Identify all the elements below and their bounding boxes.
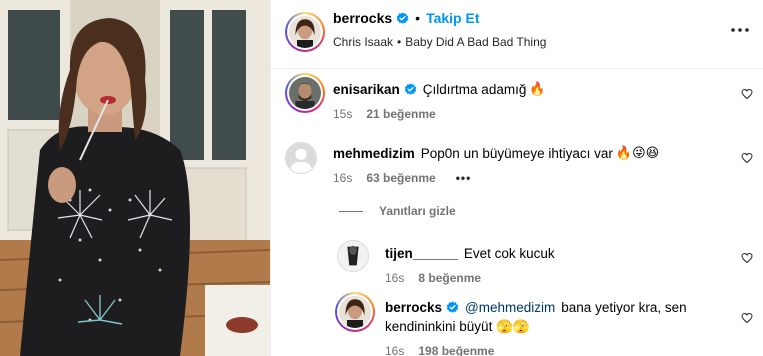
reply-mention[interactable]: @mehmedizim bbox=[465, 300, 555, 315]
replier-avatar[interactable] bbox=[337, 240, 369, 272]
reply-content-continued: kendininkini büyüt 🫣🫣 bbox=[385, 319, 530, 335]
music-separator: • bbox=[397, 35, 402, 49]
header-separator: • bbox=[415, 10, 421, 26]
comment-item: mehmedizim Pop0n un büyümeye ihtiyacı va… bbox=[271, 140, 763, 200]
comment-text: Pop0n un büyümeye ihtiyacı var bbox=[420, 146, 613, 161]
heart-icon[interactable] bbox=[741, 312, 753, 324]
header-title-row: berrocks • Takip Et bbox=[333, 10, 479, 26]
comment-meta: 16s 63 beğenme ••• bbox=[333, 171, 471, 185]
reply-username[interactable]: berrocks bbox=[385, 300, 442, 315]
reply-username[interactable]: tijen______ bbox=[385, 246, 458, 261]
reply-text-line1: bana yetiyor kra, sen bbox=[561, 300, 687, 315]
comment-username[interactable]: enisarikan bbox=[333, 82, 400, 97]
comment-item: enisarikan Çıldırtma adamığ 🔥 15s 21 beğ… bbox=[271, 70, 763, 130]
commenter-avatar[interactable] bbox=[285, 142, 317, 174]
music-song[interactable]: Baby Did A Bad Bad Thing bbox=[405, 35, 546, 49]
post-header: berrocks • Takip Et Chris Isaak • Baby Did… bbox=[271, 0, 763, 69]
reply-content: tijen______ Evet cok kucuk bbox=[385, 246, 555, 261]
reply-text: Evet cok kucuk bbox=[463, 246, 555, 261]
reply-time[interactable]: 16s bbox=[385, 271, 404, 285]
reply-likes[interactable]: 8 beğenme bbox=[418, 271, 481, 285]
comment-likes[interactable]: 63 beğenme bbox=[366, 171, 435, 185]
heart-icon[interactable] bbox=[741, 252, 753, 264]
music-artist[interactable]: Chris Isaak bbox=[333, 35, 393, 49]
comment-content: enisarikan Çıldırtma adamığ 🔥 bbox=[333, 82, 546, 97]
comment-time[interactable]: 15s bbox=[333, 107, 352, 121]
reply-meta: 16s 8 beğenme bbox=[385, 271, 481, 285]
comment-more-options[interactable]: ••• bbox=[456, 171, 472, 185]
verified-badge-icon bbox=[396, 11, 409, 25]
reply-time[interactable]: 16s bbox=[385, 344, 404, 356]
music-info[interactable]: Chris Isaak • Baby Did A Bad Bad Thing bbox=[333, 35, 546, 49]
comment-username[interactable]: mehmedizim bbox=[333, 146, 415, 161]
comment-emojis: 🔥😜😆 bbox=[615, 146, 660, 161]
reply-meta: 16s 198 beğenme bbox=[385, 344, 494, 356]
follow-button[interactable]: Takip Et bbox=[426, 10, 479, 26]
hide-replies-label[interactable]: Yanıtları gizle bbox=[379, 204, 456, 218]
replier-avatar[interactable] bbox=[335, 292, 375, 332]
hide-replies-button[interactable]: Yanıtları gizle bbox=[339, 204, 456, 218]
comment-likes[interactable]: 21 beğenme bbox=[366, 107, 435, 121]
reply-likes[interactable]: 198 beğenme bbox=[418, 344, 494, 356]
more-options-icon[interactable] bbox=[728, 18, 752, 42]
comment-meta: 15s 21 beğenme bbox=[333, 107, 436, 121]
reply-item: tijen______ Evet cok kucuk 16s 8 beğenme bbox=[271, 238, 763, 288]
comment-content: mehmedizim Pop0n un büyümeye ihtiyacı va… bbox=[333, 146, 659, 161]
verified-badge-icon bbox=[404, 83, 417, 96]
comment-text: Çıldırtma adamığ bbox=[422, 82, 527, 97]
verified-badge-icon bbox=[446, 301, 459, 314]
heart-icon[interactable] bbox=[741, 152, 753, 164]
post-photo[interactable] bbox=[0, 0, 270, 356]
comment-time[interactable]: 16s bbox=[333, 171, 352, 185]
reply-content: berrocks @mehmedizim bana yetiyor kra, s… bbox=[385, 300, 687, 315]
author-username[interactable]: berrocks bbox=[333, 10, 392, 26]
reply-item: berrocks @mehmedizim bana yetiyor kra, s… bbox=[271, 292, 763, 356]
post-detail-panel: berrocks • Takip Et Chris Isaak • Baby Did… bbox=[270, 0, 763, 356]
commenter-avatar[interactable] bbox=[285, 73, 325, 113]
hide-replies-line bbox=[339, 210, 363, 212]
reply-text-line2: kendininkini büyüt 🫣🫣 bbox=[385, 319, 530, 334]
author-avatar[interactable] bbox=[285, 12, 325, 52]
heart-icon[interactable] bbox=[741, 88, 753, 100]
comment-emojis: 🔥 bbox=[529, 82, 546, 97]
